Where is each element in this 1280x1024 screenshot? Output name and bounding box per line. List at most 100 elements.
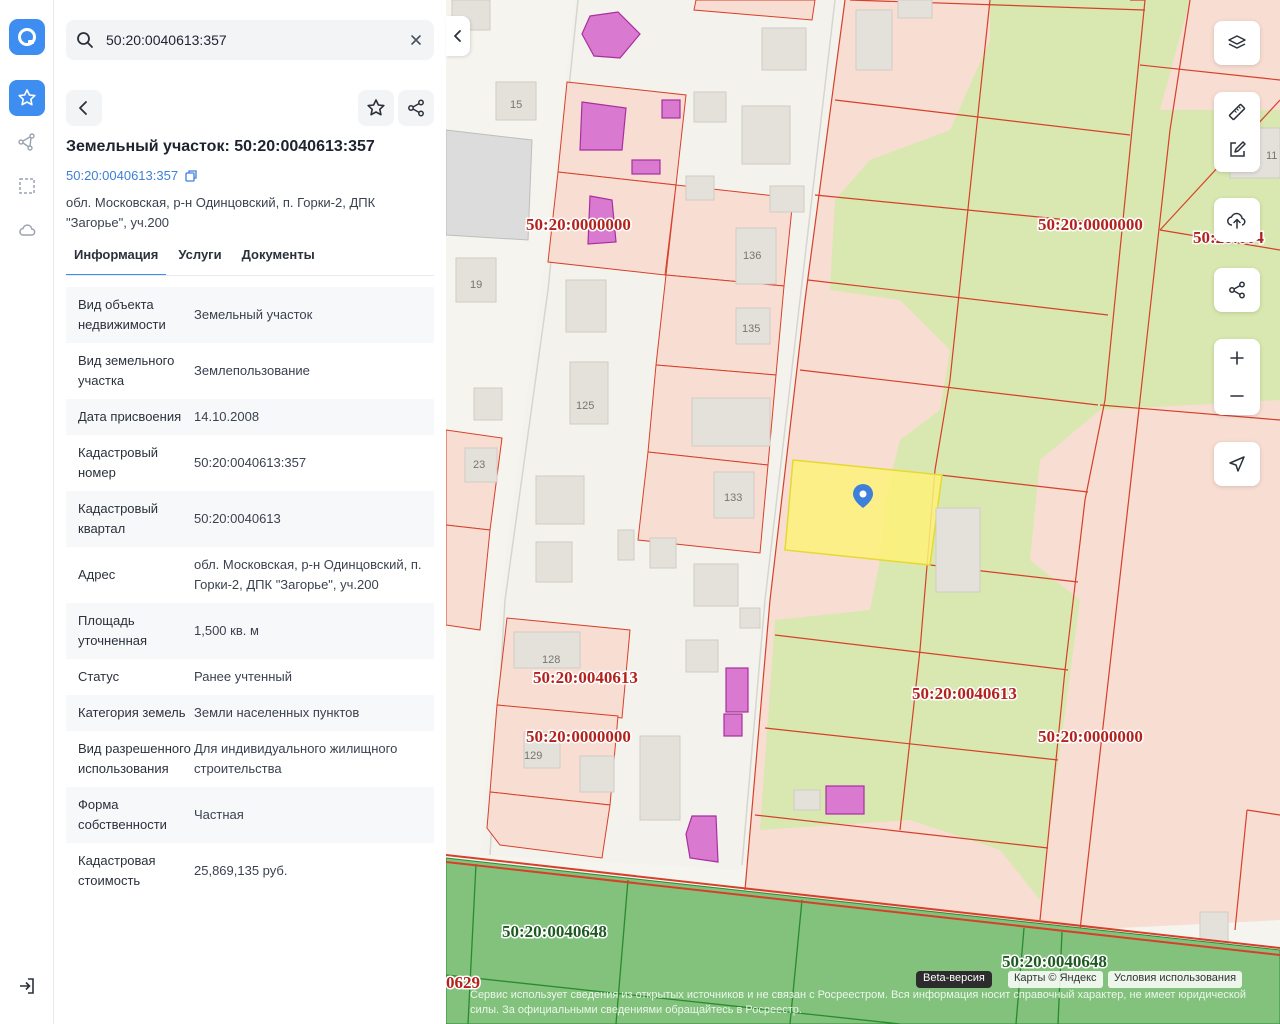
cadastral-number-link[interactable]: 50:20:0040613:357 [66, 168, 198, 183]
parcel-address: обл. Московская, р-н Одинцовский, п. Гор… [66, 195, 376, 230]
quarter-label: 50:20:0000000 [526, 727, 631, 746]
navigation-arrow-icon [1229, 456, 1245, 472]
house-number: 128 [542, 654, 560, 666]
quarter-label: 50:20:0000000 [1038, 215, 1143, 234]
cadastral-map[interactable]: 15 19 23 125 128 129 133 135 136 11 50:2… [446, 0, 1280, 1024]
row-value: Земельный участок [194, 307, 313, 322]
page-title: Земельный участок: 50:20:0040613:357 [66, 138, 375, 155]
house-number: 135 [742, 323, 760, 335]
house-number: 19 [470, 279, 482, 291]
app-logo[interactable] [9, 19, 45, 55]
back-button[interactable] [66, 90, 102, 126]
copy-icon[interactable] [184, 169, 198, 183]
map-attribution[interactable]: Карты © Яндекс [1008, 971, 1103, 988]
cloud-nav-button[interactable] [9, 212, 45, 248]
logout-button[interactable] [9, 968, 45, 1004]
quarter-label: 50:20:0040613 [912, 684, 1017, 703]
row-value: 50:20:0040613 [194, 511, 281, 526]
row-value: 14.10.2008 [194, 409, 260, 424]
routes-nav-button[interactable] [9, 124, 45, 160]
cloud-icon [19, 224, 36, 236]
cloud-upload-icon [1227, 212, 1246, 229]
quarter-label: 50:20:0000000 [1038, 727, 1143, 746]
row-key: Вид земельного участка [78, 353, 175, 388]
share-button[interactable] [398, 90, 434, 126]
edit-icon [1230, 141, 1246, 157]
app-root: Земельный участок: 50:20:0040613:357 50:… [0, 0, 1280, 1024]
edit-button[interactable] [1214, 132, 1260, 168]
info-tabs: Информация Услуги Документы [66, 240, 327, 276]
selected-parcel[interactable] [784, 459, 943, 566]
left-rail [0, 0, 54, 1024]
tab-services[interactable]: Услуги [170, 240, 229, 276]
beta-badge: Beta-версия [916, 971, 992, 988]
tab-information[interactable]: Информация [66, 240, 167, 276]
row-key: Кадастровый номер [78, 445, 159, 480]
table-row: Форма собственности Частная [66, 787, 434, 843]
map-disclaimer: Сервис использует сведения из открытых и… [470, 989, 1247, 1016]
row-value: обл. Московская, р-н Одинцовский, п. Гор… [194, 557, 422, 592]
row-key: Категория земель [78, 705, 186, 720]
upload-button[interactable] [1214, 198, 1260, 242]
row-value: Ранее учтенный [194, 669, 292, 684]
tab-documents[interactable]: Документы [234, 240, 323, 276]
ruler-icon [1228, 103, 1246, 121]
house-number: 125 [576, 400, 594, 412]
row-value: Землепользование [194, 363, 310, 378]
quarter-label: 50:20:0000000 [526, 215, 631, 234]
share-icon [1229, 281, 1245, 299]
layers-button[interactable] [1214, 21, 1260, 65]
star-icon [18, 89, 36, 106]
table-row: Вид разрешенного использования Для индиви… [66, 731, 434, 787]
house-number: 129 [524, 750, 542, 762]
layers-icon [1228, 35, 1246, 49]
logo-icon [18, 28, 36, 46]
row-key: Вид разрешенного использования [78, 741, 191, 776]
table-row: Вид объекта недвижимости Земельный участо… [66, 287, 434, 343]
search-icon [77, 32, 93, 48]
collapse-panel-button[interactable] [446, 16, 470, 56]
quarter-label: 50:20:0040613 [533, 668, 638, 687]
map-share-button[interactable] [1214, 268, 1260, 312]
row-value: Земли населенных пунктов [194, 705, 360, 720]
row-key: Форма собственности [78, 797, 167, 832]
house-number: 11 [1266, 150, 1277, 162]
row-key: Статус [78, 669, 120, 684]
search-bar [66, 20, 434, 60]
share-icon [408, 99, 424, 117]
graph-icon [18, 133, 35, 151]
login-icon [20, 978, 34, 994]
terms-link[interactable]: Условия использования [1108, 971, 1243, 988]
table-row: Категория земель Земли населенных пунктов [66, 695, 434, 731]
quarter-label: 50:20:0040648 [1002, 952, 1107, 971]
minus-icon [1230, 395, 1244, 397]
quarter-label: 50:20:0040648 [502, 922, 607, 941]
row-value: 25,869,135 руб. [194, 863, 288, 878]
row-value: 1,500 кв. м [194, 623, 259, 638]
dashed-square-icon [19, 178, 35, 194]
table-row: Кадастровый квартал 50:20:0040613 [66, 491, 434, 547]
table-row: Площадь уточненная 1,500 кв. м [66, 603, 434, 659]
table-row: Адрес обл. Московская, р-н Одинцовский, п… [66, 547, 434, 603]
favorite-button[interactable] [358, 90, 394, 126]
house-number: 136 [743, 250, 761, 262]
map-canvas[interactable]: 15 19 23 125 128 129 133 135 136 11 50:2… [446, 0, 1280, 1024]
zoom-controls [1214, 339, 1260, 415]
table-row: Статус Ранее учтенный [66, 659, 434, 695]
geolocation-button[interactable] [1214, 442, 1260, 486]
favorites-nav-button[interactable] [9, 80, 45, 116]
table-row: Вид земельного участка Землепользование [66, 343, 434, 399]
row-value: 50:20:0040613:357 [194, 455, 307, 470]
search-input[interactable] [106, 20, 396, 60]
zoom-in-button[interactable] [1214, 339, 1260, 377]
table-row: Кадастровая стоимость 25,869,135 руб. [66, 843, 434, 899]
ruler-button[interactable] [1214, 92, 1260, 132]
table-row: Дата присвоения 14.10.2008 [66, 399, 434, 435]
area-select-nav-button[interactable] [9, 168, 45, 204]
row-value: Частная [194, 807, 244, 822]
zoom-out-button[interactable] [1214, 377, 1260, 415]
row-key: Дата присвоения [78, 409, 182, 424]
row-key: Кадастровый квартал [78, 501, 159, 536]
clear-search-icon[interactable] [406, 30, 426, 50]
house-number: 23 [473, 459, 485, 471]
